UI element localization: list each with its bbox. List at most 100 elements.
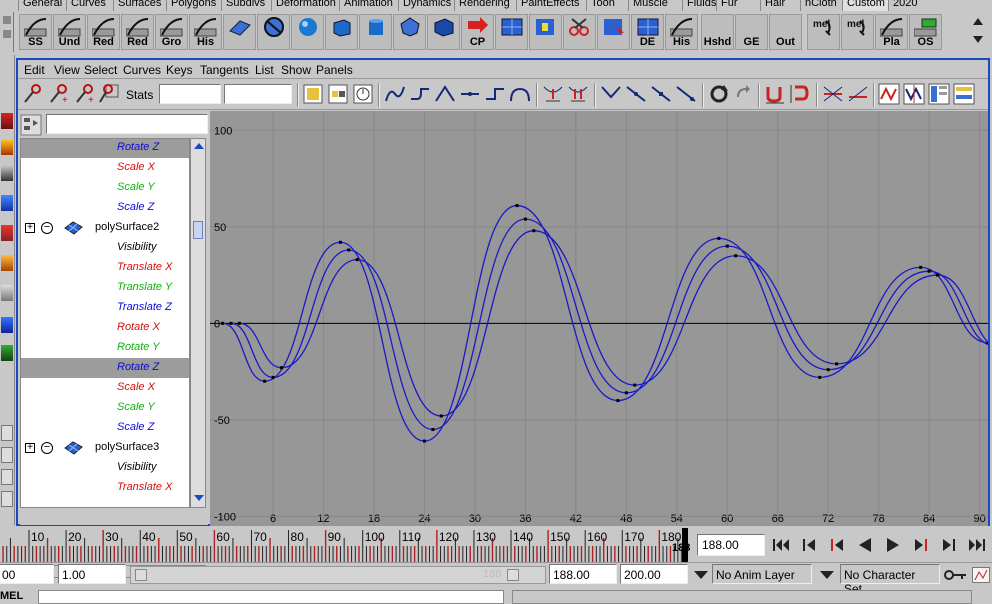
select-tool-icon[interactable] xyxy=(1,113,13,129)
character-set-dropdown-icon[interactable] xyxy=(816,565,838,585)
keyframe-point[interactable] xyxy=(927,269,931,273)
shelf-button-hshd-20[interactable]: Hshd xyxy=(701,14,734,50)
outliner-attribute[interactable]: Scale Y xyxy=(21,398,189,418)
keyframe-point[interactable] xyxy=(338,240,342,244)
range-end-handle[interactable] xyxy=(507,569,519,581)
value-snap-icon[interactable] xyxy=(789,83,811,105)
outliner-attribute[interactable]: Rotate Y xyxy=(21,338,189,358)
range-slider-track[interactable]: 188 xyxy=(130,566,546,584)
scale-tool-icon[interactable] xyxy=(1,255,13,271)
shelf-up-arrow-icon[interactable] xyxy=(973,18,983,25)
time-slider[interactable]: 10 20 30 40 50 60 70 80 90 100 110 120 130 140 150 160 1… xyxy=(0,528,688,562)
outliner-node[interactable]: + − polySurface3 xyxy=(21,438,189,458)
keyframe-point[interactable] xyxy=(717,236,721,240)
menu-view[interactable]: View xyxy=(54,63,80,77)
load-selected-icon[interactable] xyxy=(732,83,754,105)
outliner-attribute[interactable]: Rotate Z xyxy=(21,139,189,158)
outliner-attribute[interactable]: Visibility xyxy=(21,458,189,478)
normalize-curves-icon[interactable] xyxy=(822,83,844,105)
menu-tangents[interactable]: Tangents xyxy=(200,63,249,77)
outliner-search-field[interactable] xyxy=(46,114,208,134)
shelf-button-his-19[interactable]: His xyxy=(665,14,698,50)
menu-keys[interactable]: Keys xyxy=(166,63,193,77)
keyframe-point[interactable] xyxy=(616,399,620,403)
outliner-attribute[interactable]: Translate X xyxy=(21,478,189,498)
keyframe-point[interactable] xyxy=(439,414,443,418)
scroll-up-icon[interactable] xyxy=(194,143,204,149)
shelf-tab-dynamics[interactable]: Dynamics xyxy=(398,0,455,11)
shelf-button-gro-4[interactable]: Gro xyxy=(155,14,188,50)
shelf-tab-toon[interactable]: Toon xyxy=(586,0,619,11)
shelf-tab-polygons[interactable]: Polygons xyxy=(166,0,220,11)
shelf-button-cp-13[interactable]: CP xyxy=(461,14,494,50)
keyframe-point[interactable] xyxy=(515,204,519,208)
shelf-button-os-26[interactable]: OS xyxy=(909,14,942,50)
break-tangents-icon[interactable] xyxy=(600,83,622,105)
step-back-key-icon[interactable] xyxy=(826,535,848,555)
trax-editor-icon[interactable] xyxy=(953,83,975,105)
flat-tangent-icon[interactable] xyxy=(459,83,481,105)
layout-persp-icon[interactable] xyxy=(1,491,13,507)
step-forward-key-icon[interactable] xyxy=(910,535,932,555)
keyframe-point[interactable] xyxy=(818,375,822,379)
free-tangent-weight-icon[interactable] xyxy=(650,83,672,105)
playback-end-field[interactable]: 188.00 xyxy=(549,564,617,584)
layout-single-icon[interactable] xyxy=(1,425,13,441)
keyframe-point[interactable] xyxy=(229,321,233,325)
lasso-tool-icon[interactable] xyxy=(1,139,13,155)
collapse-icon[interactable]: − xyxy=(41,222,53,234)
stats-frame-field[interactable] xyxy=(159,84,221,104)
keyframe-point[interactable] xyxy=(835,362,839,366)
auto-key-icon[interactable] xyxy=(944,567,968,583)
shelf-tab-muscle[interactable]: Muscle xyxy=(628,0,672,11)
buffer-curve-snapshot-icon[interactable] xyxy=(542,83,564,105)
menu-show[interactable]: Show xyxy=(281,63,311,77)
character-set-select[interactable]: No Character Set xyxy=(840,564,940,596)
keyframe-point[interactable] xyxy=(347,248,351,252)
shelf-button-out-22[interactable]: Out xyxy=(769,14,802,50)
linear-tangent-icon[interactable] xyxy=(434,83,456,105)
shelf-tab-deformation[interactable]: Deformation xyxy=(271,0,340,11)
unify-tangents-icon[interactable] xyxy=(625,83,647,105)
keyframe-point[interactable] xyxy=(919,265,923,269)
anim-layer-select[interactable]: No Anim Layer xyxy=(712,564,812,584)
shelf-tab-general[interactable]: General xyxy=(18,0,66,11)
go-to-end-icon[interactable] xyxy=(966,535,988,555)
keyframe-point[interactable] xyxy=(936,273,940,277)
last-tool-icon[interactable] xyxy=(1,345,13,361)
shelf-button-plane-6[interactable] xyxy=(223,14,256,50)
key-select-icon[interactable] xyxy=(22,83,44,105)
curve-graph[interactable]: 6 12 18 24 30 36 42 48 54 60 66 72 78 84 90 100 50 0 -50 -1… xyxy=(210,111,988,526)
lock-tangent-weight-icon[interactable] xyxy=(675,83,697,105)
shelf-tab-fluids[interactable]: Fluids xyxy=(682,0,720,11)
key-add-icon[interactable]: + xyxy=(74,83,96,106)
shelf-button-ge-21[interactable]: GE xyxy=(735,14,768,50)
animation-start-field[interactable]: 00 xyxy=(0,564,54,584)
shelf-button-pla-25[interactable]: Pla xyxy=(875,14,908,50)
stats-value-field[interactable] xyxy=(224,84,292,104)
shelf-button-cube-9[interactable] xyxy=(325,14,358,50)
shelf-button-cylinder-10[interactable] xyxy=(359,14,392,50)
key-insert-icon[interactable]: + xyxy=(48,83,70,106)
pre-infinity-cycle-icon[interactable] xyxy=(878,83,900,105)
menu-panels[interactable]: Panels xyxy=(316,63,353,77)
keyframe-point[interactable] xyxy=(221,321,225,325)
keyframe-point[interactable] xyxy=(523,217,527,221)
outliner-filter-icon[interactable] xyxy=(20,114,42,136)
lattice-deform-icon[interactable] xyxy=(98,83,120,105)
shelf-button-polycube-12[interactable] xyxy=(427,14,460,50)
outliner-attribute[interactable]: Translate Z xyxy=(21,298,189,318)
keyframe-point[interactable] xyxy=(431,427,435,431)
shelf-button-scissors-16[interactable] xyxy=(563,14,596,50)
keyframe-point[interactable] xyxy=(624,391,628,395)
shelf-button-und-1[interactable]: Und xyxy=(53,14,86,50)
shelf-button-red-3[interactable]: Red xyxy=(121,14,154,50)
menu-edit[interactable]: Edit xyxy=(24,63,45,77)
shelf-button-grid-14[interactable] xyxy=(495,14,528,50)
keyframe-point[interactable] xyxy=(263,379,267,383)
outliner-attribute[interactable]: Rotate Z xyxy=(21,358,189,378)
anim-preferences-icon[interactable] xyxy=(972,567,990,583)
shelf-button-mel-23[interactable]: mel xyxy=(807,14,840,50)
curve-graph-view[interactable]: 6 12 18 24 30 36 42 48 54 60 66 72 78 84 90 100 50 0 -50 -1… xyxy=(210,111,988,526)
step-back-icon[interactable] xyxy=(798,535,820,555)
